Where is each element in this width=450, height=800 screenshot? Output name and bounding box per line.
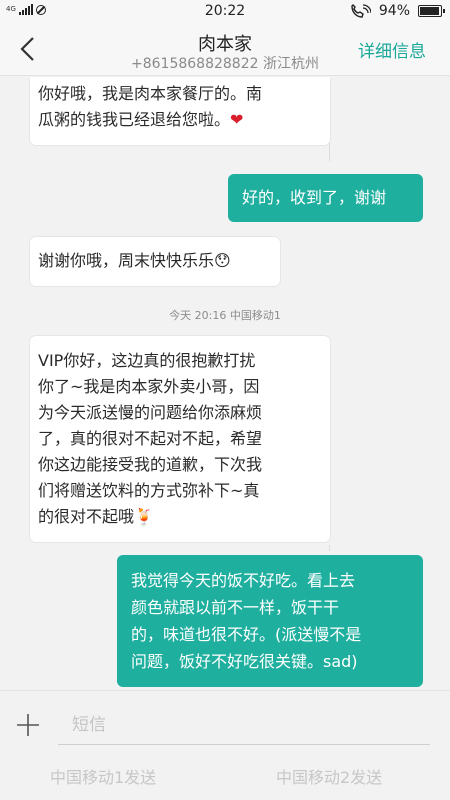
message-line: 我觉得今天的饭不好吃。看上去 — [131, 571, 356, 590]
surprised-emoji: 😯 — [214, 251, 231, 270]
message-line: 了，真的很对不起对不起，希望 — [38, 429, 263, 448]
timestamp-separator: 今天 20:16 中国移动1 — [169, 309, 281, 322]
add-attachment-icon[interactable] — [14, 711, 42, 739]
details-button[interactable]: 详细信息 — [358, 37, 426, 62]
message-line: 瓜粥的钱我已经退给您啦。❤ — [38, 110, 244, 129]
message-line: VIP你好，这边真的很抱歉打扰 — [38, 351, 256, 370]
message-line: 你了~我是肉本家外卖小哥，因 — [38, 377, 260, 396]
message-bubble-outgoing[interactable]: 好的，收到了，谢谢 — [228, 174, 423, 222]
divider-line — [329, 545, 330, 551]
message-line: 好的，收到了，谢谢 — [242, 188, 387, 207]
status-bar: 4G 20:22 94% — [0, 0, 450, 24]
message-line: 颜色就跟以前不一样，饭干干 — [131, 598, 340, 617]
conversation-header: 肉本家 +8615868828822 浙江杭州 详细信息 — [0, 24, 450, 76]
battery-percent: 94% — [378, 3, 410, 19]
message-bubble-incoming[interactable]: VIP你好，这边真的很抱歉打扰 你了~我是肉本家外卖小哥，因 为今天派送慢的问题… — [30, 336, 330, 542]
status-right: 94% — [349, 3, 445, 19]
message-bubble-incoming[interactable]: 谢谢你哦，周末快快乐乐😯 — [30, 237, 280, 286]
drink-emoji: 🍹 — [134, 507, 154, 526]
message-line: 的很对不起哦🍹 — [38, 507, 154, 526]
compose-bar — [0, 690, 450, 762]
battery-icon — [418, 5, 445, 17]
send-sim1-button[interactable]: 中国移动1发送 — [50, 764, 156, 788]
message-line: 你好哦，我是肉本家餐厅的。南 — [38, 84, 263, 103]
sms-input[interactable] — [58, 705, 430, 745]
message-list[interactable]: 你好哦，我是肉本家餐厅的。南 瓜粥的钱我已经退给您啦。❤ 好的，收到了，谢谢 谢… — [0, 77, 450, 690]
message-bubble-incoming[interactable]: 你好哦，我是肉本家餐厅的。南 瓜粥的钱我已经退给您啦。❤ — [30, 77, 330, 145]
send-bar: 中国移动1发送 中国移动2发送 — [0, 762, 450, 800]
message-bubble-outgoing[interactable]: 我觉得今天的饭不好吃。看上去 颜色就跟以前不一样，饭干干 的，味道也很不好。(派… — [117, 555, 423, 687]
message-line: 为今天派送慢的问题给你添麻烦 — [38, 403, 263, 422]
message-line: 问题，饭好不好吃很关键。sad) — [131, 652, 358, 671]
call-wifi-icon — [351, 4, 371, 18]
message-line: 们将赠送饮料的方式弥补下~真 — [38, 481, 260, 500]
message-line: 谢谢你哦，周末快快乐乐😯 — [38, 251, 231, 270]
message-line: 你这边能接受我的道歉，下次我 — [38, 455, 263, 474]
heart-emoji: ❤ — [230, 110, 244, 129]
send-sim2-button[interactable]: 中国移动2发送 — [276, 764, 382, 788]
message-line: 的，味道也很不好。(派送慢不是 — [131, 625, 362, 644]
